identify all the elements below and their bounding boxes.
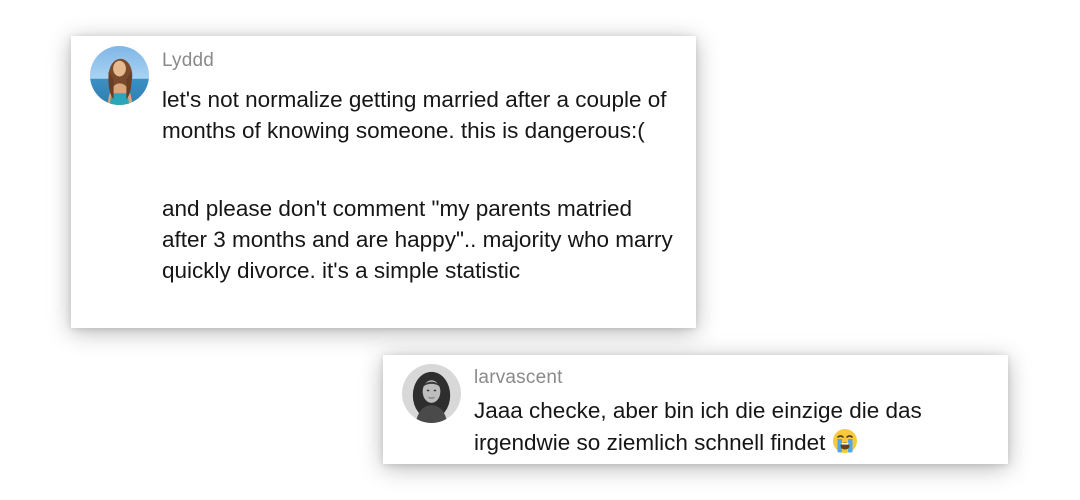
screenshot-stage: Lyddd let's not normalize getting marrie…: [0, 0, 1080, 500]
comment-text: Jaaa checke, aber bin ich die einzige di…: [474, 395, 988, 459]
avatar[interactable]: [402, 364, 461, 423]
comment-username[interactable]: larvascent: [474, 367, 563, 389]
loudly-crying-face-emoji-icon: [832, 428, 858, 454]
comment-text-paragraph-2: and please don't comment "my parents mat…: [162, 193, 676, 286]
avatar[interactable]: [90, 46, 149, 105]
comment-username[interactable]: Lyddd: [162, 50, 214, 72]
comment-paragraph: let's not normalize getting married afte…: [162, 87, 667, 143]
comment-paragraph: and please don't comment "my parents mat…: [162, 196, 673, 283]
profile-photo-beach-woman-icon: [90, 46, 149, 105]
comment-card-larvascent: larvascent Jaaa checke, aber bin ich die…: [383, 355, 1008, 464]
comment-card-lyddd: Lyddd let's not normalize getting marrie…: [71, 36, 696, 328]
comment-text-paragraph-1: let's not normalize getting married afte…: [162, 84, 676, 146]
profile-photo-grayscale-woman-icon: [402, 364, 461, 423]
